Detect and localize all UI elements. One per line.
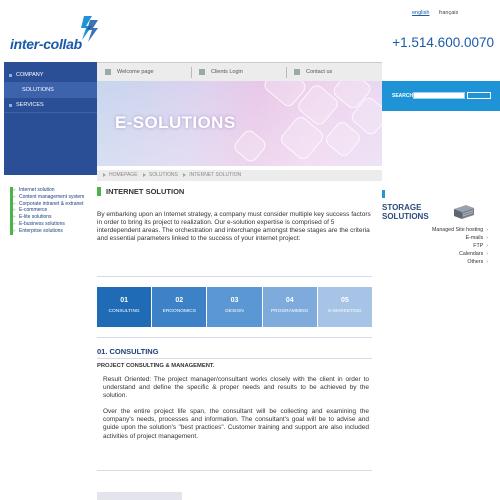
chevron-right-icon — [103, 172, 106, 177]
nav-item-label: SOLUTIONS — [22, 87, 54, 93]
storage-marker — [382, 190, 385, 198]
step-label: ERGONOMICS — [162, 309, 196, 314]
chevron-right-icon: › — [486, 227, 488, 233]
breadcrumb: HOMEPAGE SOLUTIONS INTERNET SOLUTION — [97, 170, 382, 181]
lang-english-link[interactable]: english — [412, 10, 429, 16]
step-consulting[interactable]: 01 CONSULTING — [97, 287, 152, 327]
home-icon — [105, 68, 111, 75]
storage-item-label: Calendars — [459, 250, 484, 257]
steps-bar: 01 CONSULTING 02 ERGONOMICS 03 DESIGN 04 PRO… — [97, 287, 373, 327]
tab-label: Contact us — [306, 69, 333, 75]
tab-contact[interactable]: Contact us — [294, 63, 332, 82]
step-number: 02 — [175, 297, 184, 304]
storage-list: Managed Site hosting › E-mails › FTP › Cale… — [432, 227, 488, 267]
chevron-right-icon: › — [486, 250, 488, 257]
tab-clients-login[interactable]: Clients Login — [199, 63, 243, 82]
breadcrumb-item: INTERNET SOLUTION — [189, 172, 242, 178]
banner-title: E-SOLUTIONS — [115, 113, 236, 132]
storage-item[interactable]: Others › — [432, 259, 488, 267]
step-label: E-MARKETING — [328, 309, 362, 314]
storage-item[interactable]: E-mails › — [432, 235, 488, 243]
nav-item-label: COMPANY — [16, 72, 44, 78]
consulting-subheading: PROJECT CONSULTING & MANAGEMENT. — [97, 363, 215, 369]
tab-welcome[interactable]: Welcome page — [105, 63, 154, 82]
step-label: DESIGN — [225, 309, 244, 314]
consulting-paragraph-2: Over the entire project life span, the c… — [103, 408, 369, 440]
sub-nav-item[interactable]: E-lite solutions — [13, 214, 98, 221]
step-label: CONSULTING — [108, 309, 140, 314]
sub-nav-item[interactable]: Content management system — [13, 194, 98, 201]
main-nav: COMPANY SOLUTIONS SERVICES — [4, 62, 97, 175]
sub-nav-item[interactable]: E-business solutions — [13, 221, 98, 228]
breadcrumb-item[interactable]: SOLUTIONS — [149, 172, 178, 178]
chevron-right-icon: › — [486, 234, 488, 241]
search-label: SEARCH — [392, 93, 414, 99]
divider — [97, 358, 372, 359]
step-number: 01 — [120, 297, 128, 304]
tab-label: Welcome page — [117, 69, 154, 75]
section-title-text: INTERNET SOLUTION — [106, 187, 185, 196]
breadcrumb-item[interactable]: HOMEPAGE — [109, 172, 138, 178]
step-programming[interactable]: 04 PROGRAMMING — [262, 287, 317, 327]
server-icon — [454, 205, 474, 219]
sub-nav: Internet solution Content management sys… — [10, 187, 98, 235]
search-input[interactable] — [413, 92, 465, 99]
sub-nav-item[interactable]: Enterprise solutions — [13, 228, 98, 235]
storage-item-label: FTP — [473, 242, 484, 249]
title-marker — [97, 187, 101, 196]
consulting-heading: 01. CONSULTING — [97, 347, 159, 356]
chevron-right-icon — [183, 172, 187, 177]
lang-french-link[interactable]: français — [439, 10, 458, 16]
site-logo[interactable]: inter-collab — [10, 14, 98, 52]
storage-item-label: Others — [467, 258, 484, 265]
top-tab-bar: Welcome page Clients Login Contact us — [97, 62, 382, 81]
step-design[interactable]: 03 DESIGN — [207, 287, 262, 327]
nav-item-solutions[interactable]: SOLUTIONS — [4, 83, 97, 98]
storage-title-line: SOLUTIONS — [382, 212, 429, 221]
storage-item-label: Managed Site hosting — [431, 227, 484, 233]
intro-paragraph: By embarking upon an Internet strategy, … — [97, 211, 371, 242]
storage-item[interactable]: Calendars › — [432, 251, 488, 259]
divider — [97, 470, 372, 471]
chevron-right-icon: › — [486, 258, 488, 265]
consulting-paragraph-1: Result Oriented: The project manager/con… — [103, 376, 369, 400]
tab-divider — [191, 67, 192, 78]
divider — [97, 337, 372, 338]
logo-text: inter-collab — [10, 36, 82, 52]
sub-nav-item[interactable]: E-commerce — [13, 207, 98, 214]
step-number: 04 — [285, 297, 294, 304]
step-number: 05 — [341, 297, 349, 304]
language-switch: english français — [412, 10, 466, 16]
phone-number: +1.514.600.0070 — [392, 35, 494, 50]
step-ergonomics[interactable]: 02 ERGONOMICS — [152, 287, 207, 327]
search-button[interactable] — [467, 92, 491, 99]
storage-title: STORAGE SOLUTIONS — [382, 203, 429, 221]
step-label: PROGRAMMING — [271, 309, 309, 314]
storage-item[interactable]: FTP › — [432, 243, 488, 251]
storage-title-line: STORAGE — [382, 203, 422, 212]
step-e-marketing[interactable]: 05 E-MARKETING — [317, 287, 373, 327]
bullet-icon — [9, 74, 12, 77]
sub-nav-item[interactable]: Internet solution — [13, 187, 98, 194]
nav-item-label: SERVICES — [16, 102, 44, 108]
nav-item-services[interactable]: SERVICES — [4, 98, 97, 113]
tab-label: Clients Login — [211, 69, 243, 75]
bullet-icon — [9, 104, 12, 107]
login-icon — [199, 68, 205, 75]
hero-banner: E-SOLUTIONS — [97, 81, 382, 166]
chevron-right-icon — [142, 172, 146, 177]
storage-item-label: E-mails — [465, 234, 484, 241]
section-title: INTERNET SOLUTION — [97, 187, 184, 196]
chevron-right-icon: › — [486, 242, 488, 249]
sub-nav-item[interactable]: Corporate intranet & extranet — [13, 201, 98, 208]
search-box: SEARCH — [382, 81, 500, 111]
footer-bar — [97, 492, 182, 500]
divider — [97, 276, 372, 277]
nav-item-company[interactable]: COMPANY — [4, 68, 97, 83]
mail-icon — [294, 68, 300, 75]
step-number: 03 — [230, 297, 239, 304]
storage-item[interactable]: Managed Site hosting › — [432, 227, 488, 235]
tab-divider — [286, 67, 287, 78]
